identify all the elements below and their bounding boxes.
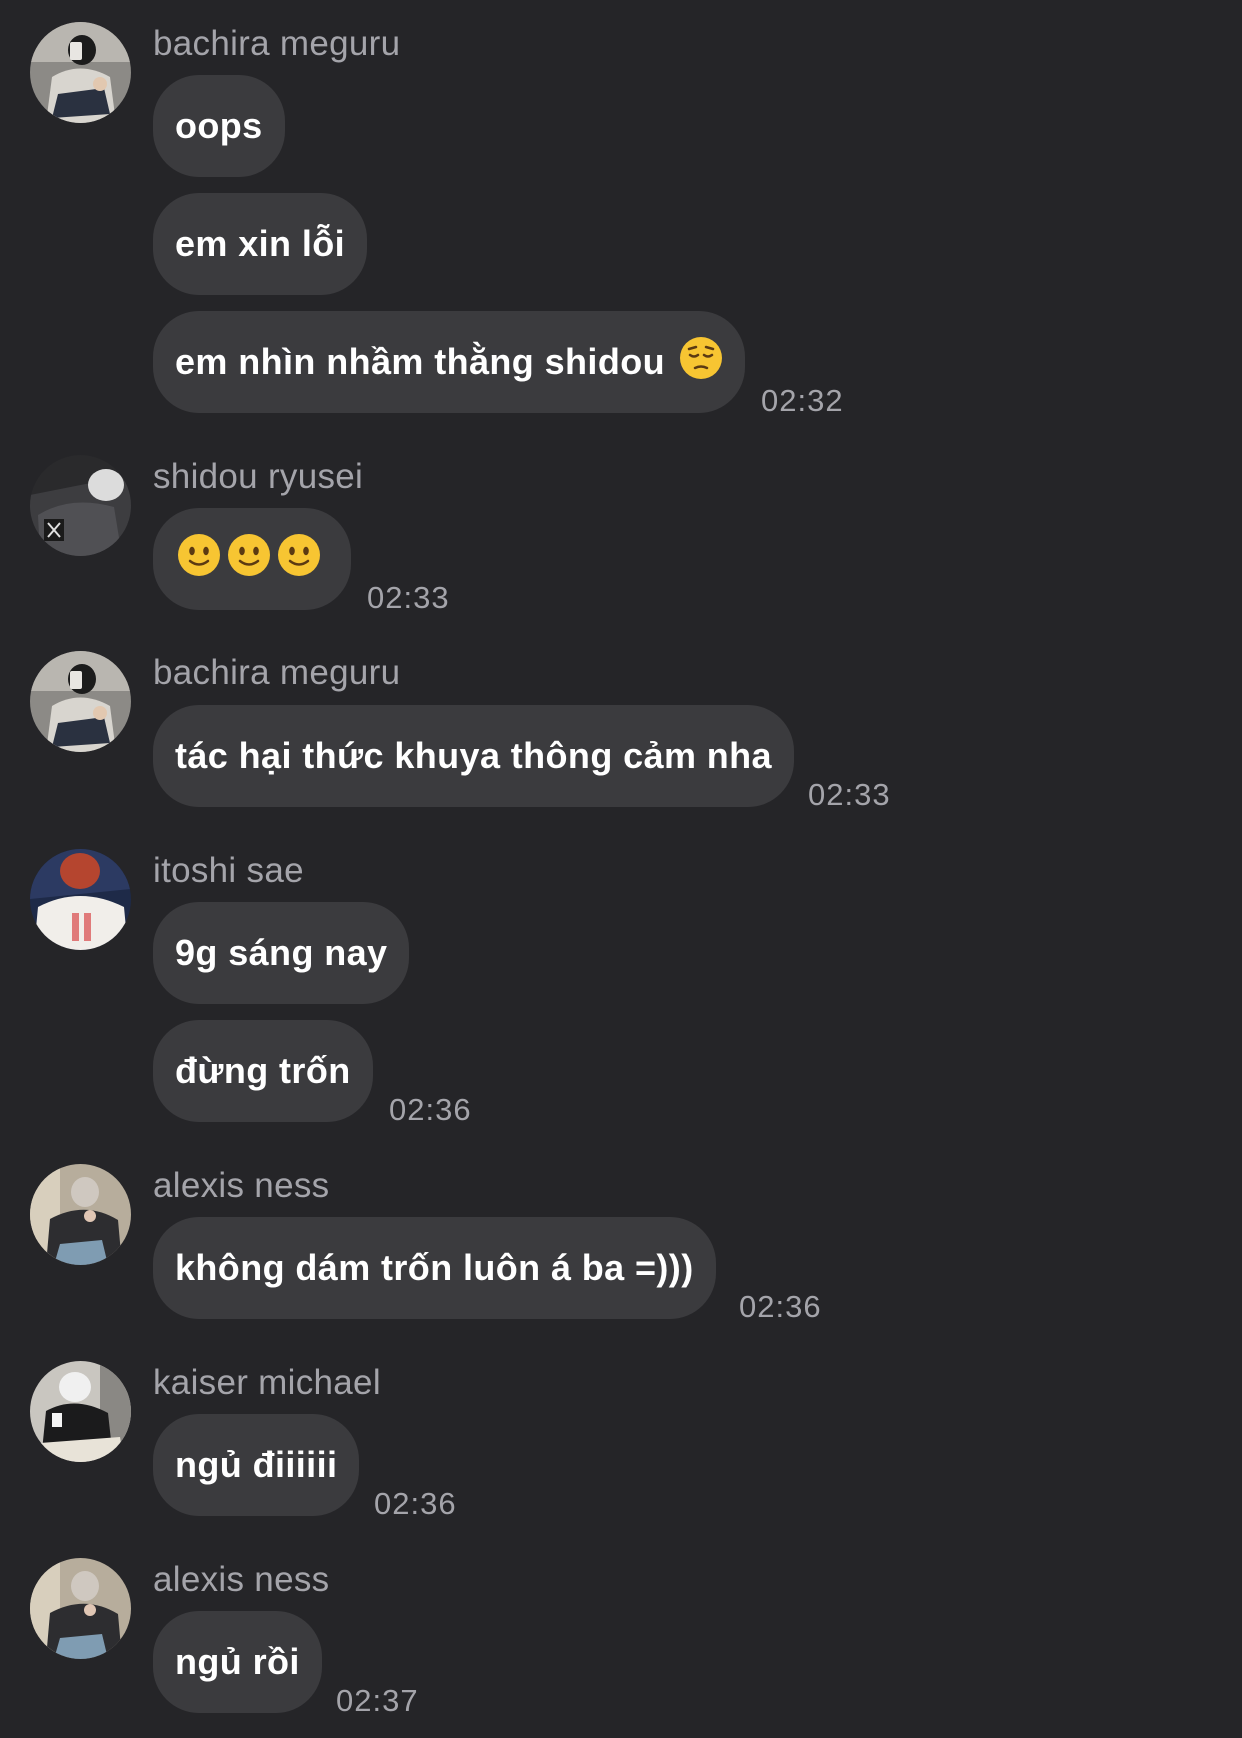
chat-thread: bachira meguru oops em xin lỗi em nhìn n… bbox=[0, 0, 1242, 1738]
slightly-smiling-face-icon bbox=[177, 533, 221, 586]
message-timestamp: 02:32 bbox=[761, 383, 844, 418]
message-text: 9g sáng nay bbox=[175, 932, 388, 973]
sender-name: shidou ryusei bbox=[153, 457, 364, 496]
message-bubble[interactable]: em xin lỗi bbox=[153, 193, 368, 295]
message-text: không dám trốn luôn á ba =))) bbox=[175, 1247, 694, 1288]
message-timestamp: 02:37 bbox=[336, 1683, 419, 1718]
message-text: tác hại thức khuya thông cảm nha bbox=[175, 735, 772, 776]
avatar-sae-icon[interactable] bbox=[30, 849, 131, 950]
message-text: ngủ điiiiii bbox=[175, 1444, 338, 1485]
slightly-smiling-face-icon bbox=[227, 533, 271, 586]
sender-name: kaiser michael bbox=[153, 1363, 381, 1402]
message-bubble[interactable]: đừng trốn bbox=[153, 1020, 373, 1122]
message-text: đừng trốn bbox=[175, 1050, 351, 1091]
message-bubble[interactable]: không dám trốn luôn á ba =))) bbox=[153, 1217, 716, 1319]
sender-name: bachira meguru bbox=[153, 24, 401, 63]
message-bubble[interactable]: ngủ rồi bbox=[153, 1611, 322, 1713]
message-bubble[interactable]: oops bbox=[153, 75, 285, 177]
slightly-smiling-face-icon bbox=[277, 533, 321, 586]
message-bubble[interactable]: em nhìn nhầm thằng shidou bbox=[153, 311, 745, 413]
avatar-bachira-icon[interactable] bbox=[30, 651, 131, 752]
message-timestamp: 02:36 bbox=[374, 1486, 457, 1521]
avatar-ness-icon[interactable] bbox=[30, 1164, 131, 1265]
message-bubble[interactable]: tác hại thức khuya thông cảm nha bbox=[153, 705, 794, 807]
message-timestamp: 02:33 bbox=[808, 777, 891, 812]
message-bubble[interactable]: ngủ điiiiii bbox=[153, 1414, 360, 1516]
pensive-face-icon bbox=[679, 336, 723, 389]
message-timestamp: 02:36 bbox=[739, 1289, 822, 1324]
avatar-shidou-icon[interactable] bbox=[30, 455, 131, 556]
sender-name: bachira meguru bbox=[153, 653, 401, 692]
sender-name: alexis ness bbox=[153, 1166, 330, 1205]
message-bubble[interactable]: 9g sáng nay bbox=[153, 902, 410, 1004]
message-timestamp: 02:36 bbox=[389, 1092, 472, 1127]
message-bubble[interactable] bbox=[153, 508, 351, 610]
message-text: ngủ rồi bbox=[175, 1641, 300, 1682]
message-text: em nhìn nhầm thằng shidou bbox=[175, 341, 665, 382]
message-timestamp: 02:33 bbox=[367, 580, 450, 615]
avatar-kaiser-icon[interactable] bbox=[30, 1361, 131, 1462]
sender-name: alexis ness bbox=[153, 1560, 330, 1599]
sender-name: itoshi sae bbox=[153, 851, 304, 890]
avatar-bachira-icon[interactable] bbox=[30, 22, 131, 123]
message-text: em xin lỗi bbox=[175, 223, 346, 264]
avatar-ness-icon[interactable] bbox=[30, 1558, 131, 1659]
message-text: oops bbox=[175, 105, 263, 146]
